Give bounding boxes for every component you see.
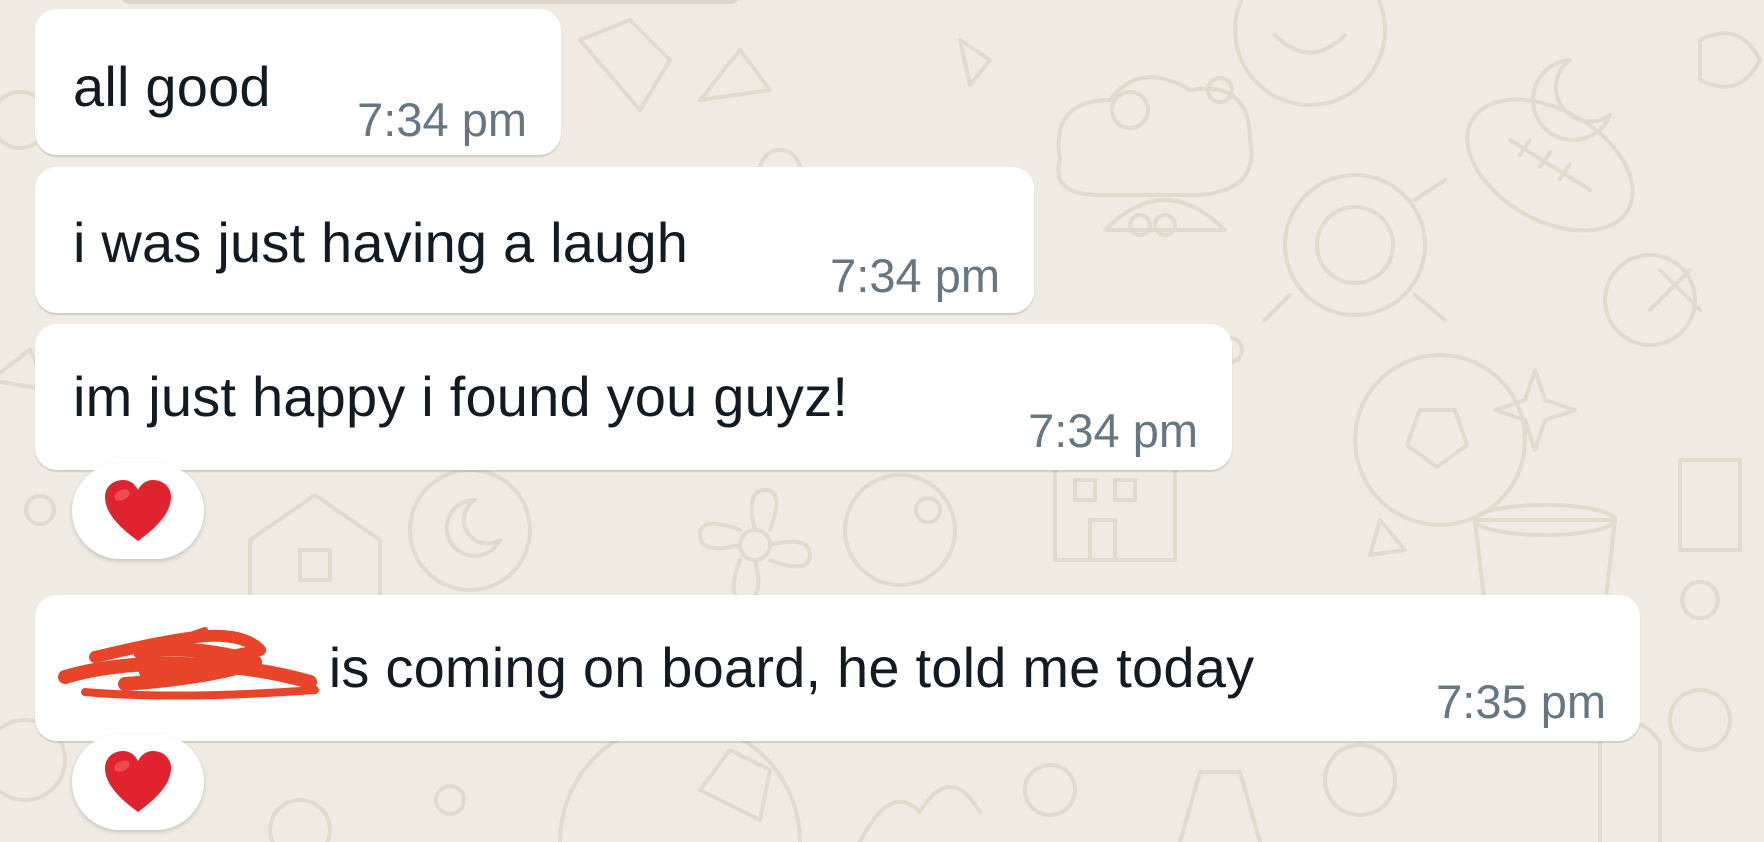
redacted-name bbox=[58, 627, 319, 700]
message-timestamp: 7:34 pm bbox=[357, 93, 527, 146]
message-bubble[interactable]: im just happy i found you guyz! 7:34 pm bbox=[35, 324, 1232, 470]
message-text: is coming on board, he told me today bbox=[328, 636, 1255, 699]
heart-icon bbox=[105, 480, 171, 541]
message-bubble[interactable]: i was just having a laugh 7:34 pm bbox=[35, 167, 1034, 313]
message-text: all good bbox=[73, 55, 271, 118]
reaction-badge[interactable] bbox=[72, 463, 204, 559]
message-bubble[interactable]: all good 7:34 pm bbox=[35, 9, 561, 155]
reaction-badge[interactable] bbox=[72, 734, 204, 830]
message-text: im just happy i found you guyz! bbox=[73, 365, 849, 428]
message-text: i was just having a laugh bbox=[73, 211, 689, 274]
message-bubble[interactable]: is coming on board, he told me today 7:3… bbox=[35, 595, 1640, 741]
chat-background: all good 7:34 pm i was just having a lau… bbox=[0, 0, 1764, 842]
previous-message-edge bbox=[120, 0, 740, 4]
message-timestamp: 7:35 pm bbox=[1436, 675, 1606, 728]
message-timestamp: 7:34 pm bbox=[1028, 404, 1198, 457]
heart-icon bbox=[105, 751, 171, 812]
message-text-with-redaction: is coming on board, he told me today bbox=[58, 627, 1255, 700]
message-timestamp: 7:34 pm bbox=[830, 249, 1000, 302]
redaction-scribble bbox=[58, 627, 319, 700]
